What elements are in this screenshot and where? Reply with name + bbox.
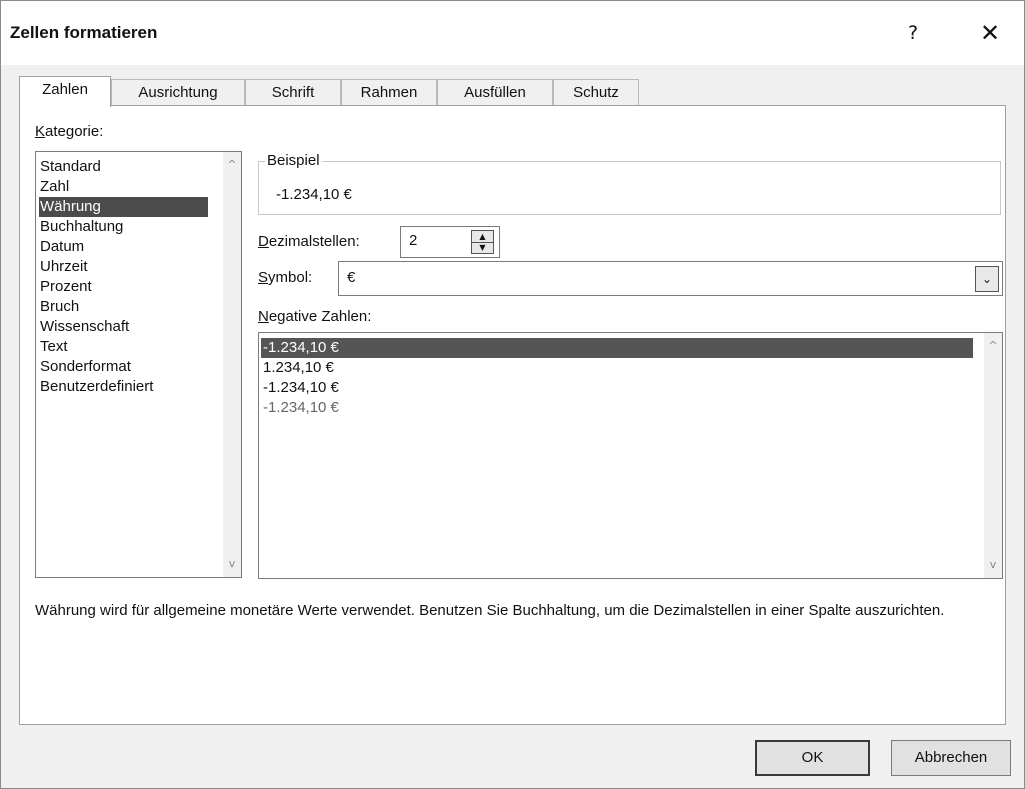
category-label: Kategorie: xyxy=(35,123,103,140)
category-item-datum[interactable]: Datum xyxy=(39,237,208,257)
category-item-zahl[interactable]: Zahl xyxy=(39,177,208,197)
scroll-down-icon[interactable]: v xyxy=(223,555,241,573)
tab-schutz[interactable]: Schutz xyxy=(553,79,639,106)
tab-rahmen[interactable]: Rahmen xyxy=(341,79,437,106)
decimals-label-text: ezimalstellen: xyxy=(268,233,360,250)
symbol-label: Symbol: xyxy=(258,269,312,286)
category-label-accel: K xyxy=(35,123,46,140)
category-scrollbar[interactable]: ^ v xyxy=(223,152,241,577)
scroll-up-icon[interactable]: ^ xyxy=(984,337,1002,355)
sample-legend: Beispiel xyxy=(265,152,322,169)
category-item-prozent[interactable]: Prozent xyxy=(39,277,208,297)
negative-item-1[interactable]: -1.234,10 € xyxy=(261,338,973,358)
category-item-sonderformat[interactable]: Sonderformat xyxy=(39,357,208,377)
dialog-title: Zellen formatieren xyxy=(10,23,158,42)
decimals-value[interactable]: 2 xyxy=(409,232,417,249)
close-button[interactable]: ✕ xyxy=(968,15,1012,51)
symbol-select[interactable]: € ⌄ xyxy=(338,261,1003,296)
symbol-label-accel: S xyxy=(258,269,269,286)
negative-item-4[interactable]: -1.234,10 € xyxy=(261,398,973,418)
category-description: Währung wird für allgemeine monetäre Wer… xyxy=(35,602,945,619)
decimals-label-accel: D xyxy=(258,233,269,250)
chevron-down-icon[interactable]: ⌄ xyxy=(975,266,999,292)
negative-label-text: egative Zahlen: xyxy=(268,308,372,325)
help-button[interactable]: ? xyxy=(895,15,931,51)
category-item-buchhaltung[interactable]: Buchhaltung xyxy=(39,217,208,237)
category-item-text[interactable]: Text xyxy=(39,337,208,357)
category-item-waehrung[interactable]: Währung xyxy=(39,197,208,217)
decimals-label: Dezimalstellen: xyxy=(258,233,360,250)
decimals-spin-buttons[interactable]: ▲ ▼ xyxy=(471,230,494,254)
cancel-button[interactable]: Abbrechen xyxy=(891,740,1011,776)
sample-value: -1.234,10 € xyxy=(276,186,352,203)
title-bar: Zellen formatieren ? ✕ xyxy=(1,1,1024,65)
negative-numbers-label: Negative Zahlen: xyxy=(258,308,371,325)
tab-zahlen[interactable]: Zahlen xyxy=(19,76,111,107)
tab-ausfuellen[interactable]: Ausfüllen xyxy=(437,79,553,106)
category-item-uhrzeit[interactable]: Uhrzeit xyxy=(39,257,208,277)
negative-label-accel: N xyxy=(258,308,269,325)
scroll-up-icon[interactable]: ^ xyxy=(223,156,241,174)
sample-group: Beispiel -1.234,10 € xyxy=(258,152,1001,215)
category-item-bruch[interactable]: Bruch xyxy=(39,297,208,317)
negative-numbers-list[interactable]: -1.234,10 € 1.234,10 € -1.234,10 € -1.23… xyxy=(258,332,1003,579)
format-cells-dialog: Zellen formatieren ? ✕ Zahlen Ausrichtun… xyxy=(0,0,1025,789)
category-item-benutzerdefiniert[interactable]: Benutzerdefiniert xyxy=(39,377,208,397)
symbol-value: € xyxy=(347,269,356,286)
ok-button[interactable]: OK xyxy=(755,740,870,776)
spin-down-icon[interactable]: ▼ xyxy=(472,242,493,253)
decimals-stepper[interactable]: 2 ▲ ▼ xyxy=(400,226,500,258)
tab-schrift[interactable]: Schrift xyxy=(245,79,341,106)
tab-panel-zahlen: Kategorie: Standard Zahl Währung Buchhal… xyxy=(19,105,1006,725)
category-list[interactable]: Standard Zahl Währung Buchhaltung Datum … xyxy=(35,151,242,578)
negative-item-3[interactable]: -1.234,10 € xyxy=(261,378,973,398)
symbol-label-text: ymbol: xyxy=(268,269,313,286)
category-item-standard[interactable]: Standard xyxy=(39,157,208,177)
scroll-down-icon[interactable]: v xyxy=(984,556,1002,574)
negative-scrollbar[interactable]: ^ v xyxy=(984,333,1002,578)
category-item-wissenschaft[interactable]: Wissenschaft xyxy=(39,317,208,337)
tab-ausrichtung[interactable]: Ausrichtung xyxy=(111,79,245,106)
negative-item-2[interactable]: 1.234,10 € xyxy=(261,358,973,378)
category-label-text: ategorie: xyxy=(45,123,104,140)
